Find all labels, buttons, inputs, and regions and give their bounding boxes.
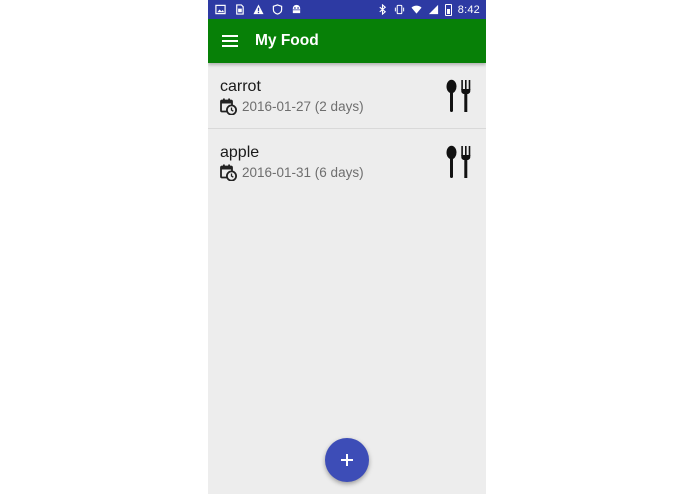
- status-left-icons: [215, 4, 302, 15]
- vibrate-icon: [394, 4, 405, 15]
- bluetooth-icon: [377, 4, 388, 15]
- food-date-row: 2016-01-31 (6 days): [220, 164, 474, 181]
- food-name: apple: [220, 144, 260, 161]
- list-item[interactable]: carrot 2016-01-27 (2 days): [208, 63, 486, 129]
- list-item[interactable]: apple 2016-01-31 (6 days): [208, 129, 486, 195]
- food-date: 2016-01-27 (2 days): [242, 99, 364, 114]
- sim-icon: [234, 4, 245, 15]
- image-icon: [215, 4, 226, 15]
- eat-button[interactable]: [444, 79, 474, 113]
- calendar-clock-icon: [220, 98, 237, 115]
- app-title: My Food: [255, 32, 319, 49]
- app-bar: My Food: [208, 19, 486, 63]
- battery-icon: [444, 3, 452, 16]
- menu-button[interactable]: [208, 19, 252, 63]
- eat-button[interactable]: [444, 145, 474, 179]
- add-food-button[interactable]: [325, 438, 369, 482]
- spoon-fork-icon: [446, 145, 471, 178]
- wifi-icon: [411, 4, 422, 15]
- shield-icon: [272, 4, 283, 15]
- spoon-fork-icon: [446, 79, 471, 112]
- food-name: carrot: [220, 78, 261, 95]
- status-bar: 8:42: [208, 0, 486, 19]
- status-right-icons: 8:42: [377, 3, 480, 16]
- android-icon: [291, 4, 302, 15]
- food-date-row: 2016-01-27 (2 days): [220, 98, 474, 115]
- food-list: carrot 2016-01-27 (2 days) apple 2016-01…: [208, 63, 486, 195]
- calendar-clock-icon: [220, 164, 237, 181]
- plus-icon: [341, 454, 353, 466]
- phone-screen: 8:42 My Food carrot 2016-01-27 (2 days) …: [208, 0, 486, 494]
- signal-icon: [428, 4, 439, 15]
- warning-icon: [253, 4, 264, 15]
- food-date: 2016-01-31 (6 days): [242, 165, 364, 180]
- menu-icon: [222, 35, 238, 47]
- status-time: 8:42: [457, 3, 480, 16]
